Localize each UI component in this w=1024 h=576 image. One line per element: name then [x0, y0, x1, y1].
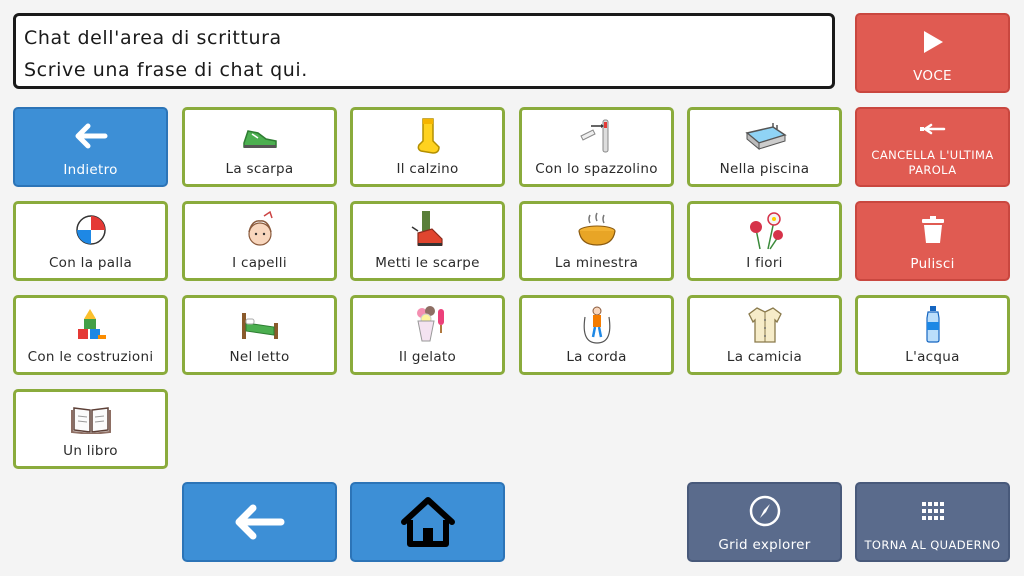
back-button[interactable]: Indietro [13, 107, 168, 187]
word-label: Il calzino [396, 161, 459, 177]
word-label: La corda [566, 349, 627, 365]
trash-icon [857, 203, 1008, 256]
word-tile-nella-piscina[interactable]: Nella piscina [687, 107, 842, 187]
ice-cream-icon [353, 298, 502, 349]
clear-button[interactable]: Pulisci [855, 201, 1010, 281]
hair-icon [185, 204, 334, 255]
word-label: L'acqua [905, 349, 960, 365]
shirt-icon [690, 298, 839, 349]
delete-last-word-label: CANCELLA L'ULTIMA PAROLA [871, 148, 994, 177]
word-tile-la-camicia[interactable]: La camicia [687, 295, 842, 375]
speak-button[interactable]: VOCE [855, 13, 1010, 93]
word-label: Con lo spazzolino [535, 161, 658, 177]
shoe-icon [185, 110, 334, 161]
toothbrush-icon [522, 110, 671, 161]
clear-label: Pulisci [910, 256, 955, 272]
word-tile-la-minestra[interactable]: La minestra [519, 201, 674, 281]
soup-icon [522, 204, 671, 255]
word-label: I fiori [746, 255, 783, 271]
writing-area-line-2: Scrive una frase di chat qui. [24, 59, 308, 81]
grid-icon [857, 484, 1008, 538]
sock-icon [353, 110, 502, 161]
arrow-left-icon [15, 109, 166, 162]
home-button[interactable] [350, 482, 505, 562]
jump-rope-icon [522, 298, 671, 349]
word-label: La camicia [726, 349, 803, 365]
word-tile-la-scarpa[interactable]: La scarpa [182, 107, 337, 187]
word-tile-con-lo-spazzolino[interactable]: Con lo spazzolino [519, 107, 674, 187]
backspace-icon [857, 109, 1008, 148]
word-label: I capelli [232, 255, 287, 271]
word-tile-un-libro[interactable]: Un libro [13, 389, 168, 469]
delete-last-word-button[interactable]: CANCELLA L'ULTIMA PAROLA [855, 107, 1010, 187]
water-bottle-icon [858, 298, 1007, 349]
word-tile-il-calzino[interactable]: Il calzino [350, 107, 505, 187]
compass-icon [689, 484, 840, 537]
grid-explorer-label: Grid explorer [718, 537, 811, 553]
word-tile-la-corda[interactable]: La corda [519, 295, 674, 375]
word-label: Il gelato [398, 349, 457, 365]
word-label: Nel letto [229, 349, 290, 365]
word-tile-il-gelato[interactable]: Il gelato [350, 295, 505, 375]
book-icon [16, 392, 165, 443]
word-tile-con-le-costruzioni[interactable]: Con le costruzioni [13, 295, 168, 375]
word-tile-con-la-palla[interactable]: Con la palla [13, 201, 168, 281]
word-tile-metti-le-scarpe[interactable]: Metti le scarpe [350, 201, 505, 281]
bottom-back-button[interactable] [182, 482, 337, 562]
word-tile-nel-letto[interactable]: Nel letto [182, 295, 337, 375]
back-to-notebook-button[interactable]: TORNA AL QUADERNO [855, 482, 1010, 562]
play-icon [857, 15, 1008, 68]
bed-icon [185, 298, 334, 349]
flowers-icon [690, 204, 839, 255]
writing-area-line-1: Chat dell'area di scrittura [24, 27, 282, 49]
back-to-notebook-label: TORNA AL QUADERNO [864, 538, 1001, 552]
chat-writing-area[interactable]: Chat dell'area di scrittura Scrive una f… [13, 13, 835, 89]
ball-icon [16, 204, 165, 255]
word-tile-l-acqua[interactable]: L'acqua [855, 295, 1010, 375]
back-label: Indietro [63, 162, 118, 178]
word-label: Con la palla [48, 255, 133, 271]
word-tile-i-fiori[interactable]: I fiori [687, 201, 842, 281]
word-tile-i-capelli[interactable]: I capelli [182, 201, 337, 281]
arrow-left-icon [184, 484, 335, 560]
word-label: Un libro [63, 443, 118, 459]
word-label: Metti le scarpe [375, 255, 480, 271]
grid-explorer-button[interactable]: Grid explorer [687, 482, 842, 562]
word-label: La minestra [554, 255, 639, 271]
home-icon [352, 484, 503, 560]
speak-label: VOCE [913, 68, 952, 84]
word-label: Con le costruzioni [27, 349, 154, 365]
word-label: La scarpa [225, 161, 294, 177]
pool-icon [690, 110, 839, 161]
building-blocks-icon [16, 298, 165, 349]
put-on-shoes-icon [353, 204, 502, 255]
word-label: Nella piscina [719, 161, 810, 177]
